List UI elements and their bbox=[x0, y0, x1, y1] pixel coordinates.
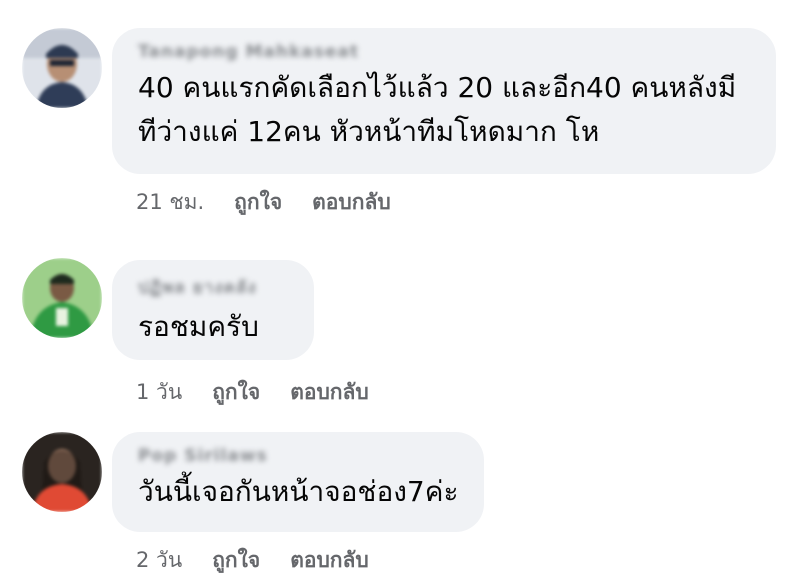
reply-button[interactable]: ตอบกลับ bbox=[312, 186, 391, 219]
comment-author-name[interactable]: Tanapong Mahkaseat bbox=[138, 42, 359, 62]
comment-timestamp[interactable]: 21 ชม. bbox=[136, 186, 204, 219]
avatar[interactable] bbox=[22, 258, 102, 338]
comment-text-line: วันนี้เจอกันหน้าจอช่อง7ค่ะ bbox=[138, 475, 459, 508]
comment-meta: 21 ชม. ถูกใจ ตอบกลับ bbox=[136, 186, 391, 219]
like-button[interactable]: ถูกใจ bbox=[212, 544, 260, 577]
avatar[interactable] bbox=[22, 28, 102, 108]
comment-author-name[interactable]: Pop Sirilaws bbox=[138, 446, 268, 466]
comment-timestamp[interactable]: 1 วัน bbox=[136, 376, 182, 409]
reply-button[interactable]: ตอบกลับ bbox=[290, 376, 369, 409]
comment-meta: 1 วัน ถูกใจ ตอบกลับ bbox=[136, 376, 369, 409]
avatar-image bbox=[22, 432, 102, 512]
comment-bubble: Pop Sirilaws วันนี้เจอกันหน้าจอช่อง7ค่ะ bbox=[112, 432, 484, 532]
comment-bubble: ปฏิพล ยางคลัง รอชมครับ bbox=[112, 260, 314, 360]
like-button[interactable]: ถูกใจ bbox=[234, 186, 282, 219]
comment-text-line: ทีว่างแค่ 12คน หัวหน้าทีมโหดมาก โห bbox=[138, 115, 600, 148]
avatar-image bbox=[22, 258, 102, 338]
comment-author-name[interactable]: ปฏิพล ยางคลัง bbox=[138, 274, 257, 301]
avatar[interactable] bbox=[22, 432, 102, 512]
comment-text-line: 40 คนแรกคัดเลือกไว้แล้ว 20 และอีก40 คนหล… bbox=[138, 71, 737, 104]
avatar-image bbox=[22, 28, 102, 108]
comment-bubble: Tanapong Mahkaseat 40 คนแรกคัดเลือกไว้แล… bbox=[112, 28, 776, 174]
comment-timestamp[interactable]: 2 วัน bbox=[136, 544, 182, 577]
comment-text-line: รอชมครับ bbox=[138, 310, 259, 343]
reply-button[interactable]: ตอบกลับ bbox=[290, 544, 369, 577]
like-button[interactable]: ถูกใจ bbox=[212, 376, 260, 409]
comment-meta: 2 วัน ถูกใจ ตอบกลับ bbox=[136, 544, 369, 577]
